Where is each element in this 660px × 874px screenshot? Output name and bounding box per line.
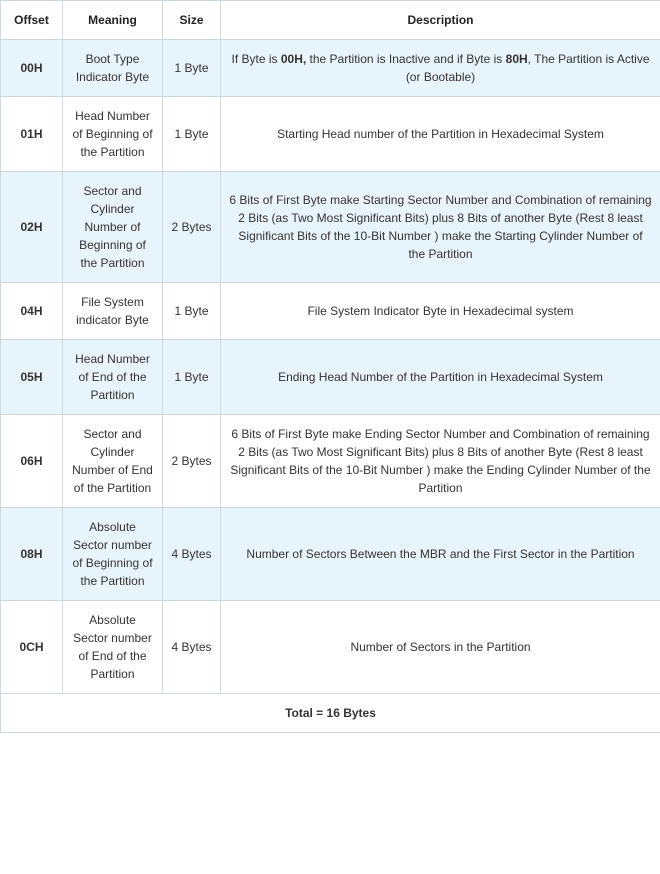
- description-text: 00H,: [281, 52, 306, 66]
- description-text: 6 Bits of First Byte make Ending Sector …: [230, 427, 650, 495]
- description-text: Starting Head number of the Partition in…: [277, 127, 604, 141]
- cell-description: File System Indicator Byte in Hexadecima…: [221, 283, 660, 340]
- cell-offset: 04H: [1, 283, 63, 340]
- cell-size: 1 Byte: [163, 340, 221, 415]
- cell-offset: 00H: [1, 40, 63, 97]
- table-row: 00HBoot Type Indicator Byte1 ByteIf Byte…: [1, 40, 660, 97]
- cell-description: Starting Head number of the Partition in…: [221, 97, 660, 172]
- table-row: 05HHead Number of End of the Partition1 …: [1, 340, 660, 415]
- description-text: Ending Head Number of the Partition in H…: [278, 370, 603, 384]
- cell-offset: 05H: [1, 340, 63, 415]
- cell-description: If Byte is 00H, the Partition is Inactiv…: [221, 40, 660, 97]
- cell-size: 1 Byte: [163, 97, 221, 172]
- description-text: 80H: [506, 52, 528, 66]
- col-meaning: Meaning: [63, 1, 163, 40]
- table-row: 08HAbsolute Sector number of Beginning o…: [1, 508, 660, 601]
- cell-description: 6 Bits of First Byte make Ending Sector …: [221, 415, 660, 508]
- table-row: 01HHead Number of Beginning of the Parti…: [1, 97, 660, 172]
- cell-size: 2 Bytes: [163, 172, 221, 283]
- cell-meaning: Head Number of End of the Partition: [63, 340, 163, 415]
- description-text: File System Indicator Byte in Hexadecima…: [307, 304, 573, 318]
- cell-size: 4 Bytes: [163, 601, 221, 694]
- description-text: If Byte is: [231, 52, 280, 66]
- cell-meaning: Sector and Cylinder Number of Beginning …: [63, 172, 163, 283]
- col-size: Size: [163, 1, 221, 40]
- table-row: 02HSector and Cylinder Number of Beginni…: [1, 172, 660, 283]
- cell-meaning: Absolute Sector number of End of the Par…: [63, 601, 163, 694]
- cell-offset: 01H: [1, 97, 63, 172]
- cell-size: 1 Byte: [163, 40, 221, 97]
- cell-offset: 08H: [1, 508, 63, 601]
- cell-meaning: Sector and Cylinder Number of End of the…: [63, 415, 163, 508]
- cell-size: 4 Bytes: [163, 508, 221, 601]
- col-description: Description: [221, 1, 660, 40]
- table-row: 06HSector and Cylinder Number of End of …: [1, 415, 660, 508]
- cell-meaning: Absolute Sector number of Beginning of t…: [63, 508, 163, 601]
- table-row: 0CHAbsolute Sector number of End of the …: [1, 601, 660, 694]
- cell-description: Ending Head Number of the Partition in H…: [221, 340, 660, 415]
- description-text: Number of Sectors in the Partition: [350, 640, 530, 654]
- cell-description: 6 Bits of First Byte make Starting Secto…: [221, 172, 660, 283]
- table-header: Offset Meaning Size Description: [1, 1, 660, 40]
- cell-offset: 0CH: [1, 601, 63, 694]
- partition-entry-table: Offset Meaning Size Description 00HBoot …: [0, 0, 660, 733]
- cell-meaning: Head Number of Beginning of the Partitio…: [63, 97, 163, 172]
- cell-size: 2 Bytes: [163, 415, 221, 508]
- cell-offset: 02H: [1, 172, 63, 283]
- cell-meaning: Boot Type Indicator Byte: [63, 40, 163, 97]
- col-offset: Offset: [1, 1, 63, 40]
- cell-size: 1 Byte: [163, 283, 221, 340]
- description-text: the Partition is Inactive and if Byte is: [306, 52, 505, 66]
- cell-offset: 06H: [1, 415, 63, 508]
- description-text: 6 Bits of First Byte make Starting Secto…: [229, 193, 651, 261]
- table-body: 00HBoot Type Indicator Byte1 ByteIf Byte…: [1, 40, 660, 694]
- table-row: 04HFile System indicator Byte1 Byte File …: [1, 283, 660, 340]
- cell-meaning: File System indicator Byte: [63, 283, 163, 340]
- cell-description: Number of Sectors Between the MBR and th…: [221, 508, 660, 601]
- description-text: Number of Sectors Between the MBR and th…: [246, 547, 634, 561]
- table-footer-total: Total = 16 Bytes: [1, 694, 660, 733]
- cell-description: Number of Sectors in the Partition: [221, 601, 660, 694]
- table-footer-row: Total = 16 Bytes: [1, 694, 660, 733]
